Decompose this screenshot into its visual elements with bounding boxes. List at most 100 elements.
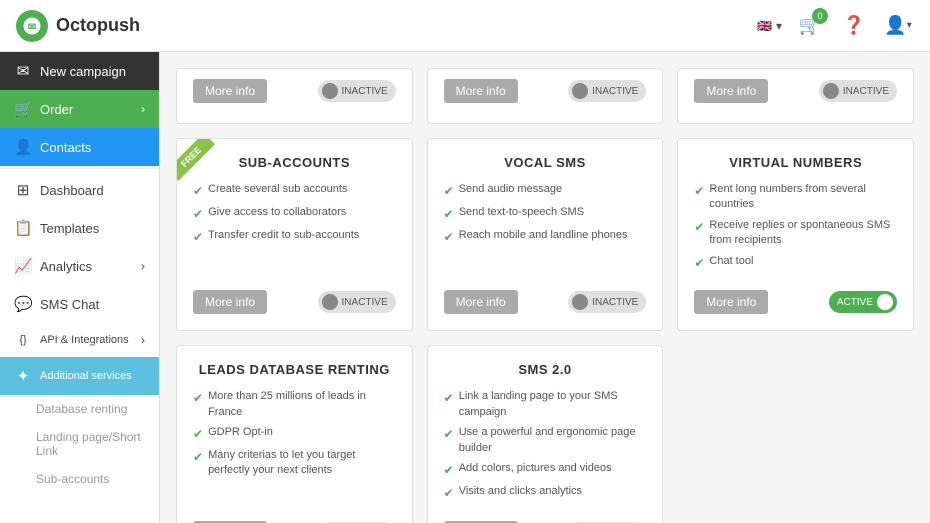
- top-card-2-more-info[interactable]: More info: [444, 79, 518, 103]
- sub-accounts-more-info[interactable]: More info: [193, 290, 267, 314]
- check-icon: ✔: [444, 206, 454, 223]
- feature-item: ✔ Visits and clicks analytics: [444, 484, 647, 502]
- check-icon: ✔: [193, 449, 203, 466]
- card-virtual-numbers: VIRTUAL NUMBERS ✔ Rent long numbers from…: [677, 138, 914, 331]
- feature-text: Use a powerful and ergonomic page builde…: [459, 425, 647, 456]
- top-card-3-row: More info INACTIVE: [694, 79, 897, 103]
- top-card-3: More info INACTIVE: [677, 68, 914, 124]
- feature-text: Add colors, pictures and videos: [459, 461, 612, 476]
- header: ✉ Octopush 🇬🇧 ▾ 🛒 0 ❓ 👤 ▾: [0, 0, 930, 52]
- toggle-knob-1: [322, 83, 338, 99]
- vocal-sms-toggle[interactable]: INACTIVE: [568, 291, 646, 313]
- sidebar-item-contacts[interactable]: 👤 Contacts: [0, 128, 159, 166]
- sidebar-item-templates[interactable]: 📋 Templates: [0, 209, 159, 247]
- logo-icon: ✉: [16, 10, 48, 42]
- sub-accounts-toggle[interactable]: INACTIVE: [318, 291, 396, 313]
- sidebar-item-analytics[interactable]: 📈 Analytics ›: [0, 247, 159, 285]
- virtual-numbers-toggle[interactable]: ACTIVE: [829, 291, 897, 313]
- check-icon: ✔: [694, 255, 704, 272]
- top-card-2-toggle[interactable]: INACTIVE: [568, 80, 646, 102]
- order-icon: 🛒: [14, 100, 32, 118]
- check-icon: ✔: [444, 390, 454, 407]
- sidebar-label-additional-services: Additional services: [40, 370, 132, 382]
- card-sub-accounts-bottom: More info INACTIVE: [193, 290, 396, 314]
- feature-item: ✔ More than 25 millions of leads in Fran…: [193, 389, 396, 420]
- toggle-status: INACTIVE: [342, 297, 388, 308]
- top-cards-row: More info INACTIVE More info: [176, 68, 914, 124]
- language-selector[interactable]: 🇬🇧 ▾: [757, 19, 782, 33]
- toggle-label-1: INACTIVE: [342, 86, 388, 97]
- check-icon: ✔: [193, 206, 203, 223]
- feature-item: ✔ Link a landing page to your SMS campai…: [444, 389, 647, 420]
- top-card-1-toggle[interactable]: INACTIVE: [318, 80, 396, 102]
- feature-item: ✔ Reach mobile and landline phones: [444, 228, 647, 246]
- sidebar-item-new-campaign[interactable]: ✉ New campaign: [0, 52, 159, 90]
- card-vocal-sms-features: ✔ Send audio message ✔ Send text-to-spee…: [444, 182, 647, 276]
- top-card-2-row: More info INACTIVE: [444, 79, 647, 103]
- toggle-knob: [572, 294, 588, 310]
- vocal-sms-more-info[interactable]: More info: [444, 290, 518, 314]
- feature-item: ✔ GDPR Opt-in: [193, 425, 396, 443]
- sidebar-label-templates: Templates: [40, 221, 99, 236]
- free-badge: [177, 139, 229, 191]
- toggle-knob: [322, 294, 338, 310]
- top-card-1: More info INACTIVE: [176, 68, 413, 124]
- flag-icon: 🇬🇧: [757, 19, 772, 33]
- feature-item: ✔ Give access to collaborators: [193, 205, 396, 223]
- top-card-2: More info INACTIVE: [427, 68, 664, 124]
- card-vocal-sms-bottom: More info INACTIVE: [444, 290, 647, 314]
- check-icon: ✔: [193, 426, 203, 443]
- top-card-3-more-info[interactable]: More info: [694, 79, 768, 103]
- sidebar-sub-sub-accounts[interactable]: Sub-accounts: [0, 465, 159, 493]
- templates-icon: 📋: [14, 219, 32, 237]
- sidebar-label-dashboard: Dashboard: [40, 183, 104, 198]
- sidebar-item-dashboard[interactable]: ⊞ Dashboard: [0, 171, 159, 209]
- user-menu-button[interactable]: 👤 ▾: [882, 10, 914, 42]
- help-button[interactable]: ❓: [838, 10, 870, 42]
- sidebar-label-sms-chat: SMS Chat: [40, 297, 99, 312]
- card-vocal-sms: VOCAL SMS ✔ Send audio message ✔ Send te…: [427, 138, 664, 331]
- sidebar-item-order[interactable]: 🛒 Order ›: [0, 90, 159, 128]
- sidebar-sub-landing-page[interactable]: Landing page/Short Link: [0, 423, 159, 465]
- feature-text: Transfer credit to sub-accounts: [208, 228, 359, 243]
- virtual-numbers-more-info[interactable]: More info: [694, 290, 768, 314]
- svg-text:✉: ✉: [28, 22, 36, 33]
- card-sms-20: SMS 2.0 ✔ Link a landing page to your SM…: [427, 345, 664, 523]
- feature-item: ✔ Receive replies or spontaneous SMS fro…: [694, 218, 897, 249]
- check-icon: ✔: [444, 462, 454, 479]
- sidebar-item-additional-services[interactable]: ✦ Additional services: [0, 357, 159, 395]
- feature-item: ✔ Use a powerful and ergonomic page buil…: [444, 425, 647, 456]
- feature-text: Send audio message: [459, 182, 562, 197]
- feature-text: Link a landing page to your SMS campaign: [459, 389, 647, 420]
- sub-accounts-label: Sub-accounts: [36, 472, 109, 486]
- sidebar-divider-1: [0, 168, 159, 169]
- new-campaign-icon: ✉: [14, 62, 32, 80]
- sidebar-item-api[interactable]: {} API & Integrations ›: [0, 323, 159, 357]
- feature-text: More than 25 millions of leads in France: [208, 389, 396, 420]
- cart-button[interactable]: 🛒 0: [794, 10, 826, 42]
- card-sub-accounts: SUB-ACCOUNTS ✔ Create several sub accoun…: [176, 138, 413, 331]
- sidebar-item-sms-chat[interactable]: 💬 SMS Chat: [0, 285, 159, 323]
- top-card-1-more-info[interactable]: More info: [193, 79, 267, 103]
- feature-text: Receive replies or spontaneous SMS from …: [709, 218, 897, 249]
- flag-arrow: ▾: [776, 19, 782, 33]
- feature-text: Give access to collaborators: [208, 205, 346, 220]
- card-virtual-numbers-title: VIRTUAL NUMBERS: [694, 155, 897, 170]
- feature-item: ✔ Chat tool: [694, 254, 897, 272]
- feature-text: Reach mobile and landline phones: [459, 228, 628, 243]
- feature-text: Chat tool: [709, 254, 753, 269]
- toggle-inactive-3: INACTIVE: [819, 80, 897, 102]
- check-icon: ✔: [444, 229, 454, 246]
- main-content: More info INACTIVE More info: [160, 52, 930, 523]
- feature-item: ✔ Transfer credit to sub-accounts: [193, 228, 396, 246]
- header-right: 🇬🇧 ▾ 🛒 0 ❓ 👤 ▾: [757, 10, 914, 42]
- card-sms20-title: SMS 2.0: [444, 362, 647, 377]
- feature-text: Many criterias to let you target perfect…: [208, 448, 396, 479]
- toggle-status: ACTIVE: [837, 297, 873, 308]
- check-icon: ✔: [444, 426, 454, 443]
- sidebar-sub-database-renting[interactable]: Database renting: [0, 395, 159, 423]
- feature-text: Rent long numbers from several countries: [709, 182, 897, 213]
- sidebar-label-new-campaign: New campaign: [40, 64, 126, 79]
- top-card-3-toggle[interactable]: INACTIVE: [819, 80, 897, 102]
- service-cards: SUB-ACCOUNTS ✔ Create several sub accoun…: [176, 138, 914, 523]
